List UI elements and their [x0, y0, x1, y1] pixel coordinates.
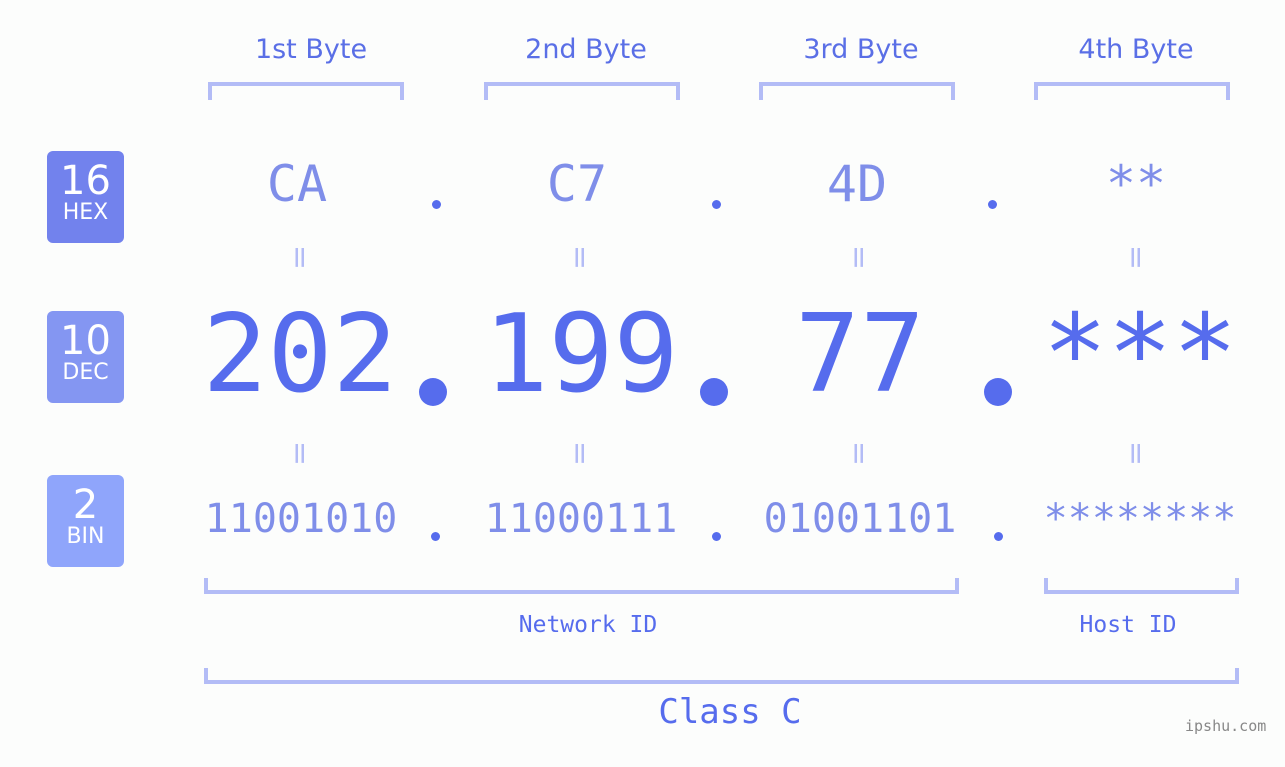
dec-badge-name: DEC	[62, 360, 109, 385]
bin-badge: 2 BIN	[47, 475, 124, 567]
hex-value-3: 4D	[826, 155, 888, 213]
dec-value-4: ***	[1042, 292, 1238, 417]
dec-value-1: 202	[202, 292, 398, 417]
dec-badge: 10 DEC	[47, 311, 124, 403]
bin-badge-name: BIN	[66, 524, 105, 549]
hex-badge-number: 16	[60, 158, 111, 204]
hex-separator-2	[712, 200, 721, 209]
equals-icon: =	[1118, 244, 1154, 271]
dec-separator-2	[700, 378, 728, 406]
dec-badge-number: 10	[60, 318, 111, 364]
bin-separator-2	[712, 532, 721, 541]
hex-separator-3	[988, 200, 997, 209]
network-id-label: Network ID	[518, 612, 658, 638]
byte-bracket-1	[208, 82, 404, 100]
host-id-bracket	[1044, 578, 1239, 594]
equals-icon: =	[841, 440, 877, 467]
host-id-label: Host ID	[1079, 612, 1177, 638]
class-bracket	[204, 668, 1239, 684]
hex-badge: 16 HEX	[47, 151, 124, 243]
network-id-bracket	[204, 578, 959, 594]
hex-value-4: **	[1105, 155, 1167, 213]
byte-label-3: 3rd Byte	[803, 34, 919, 65]
byte-label-2: 2nd Byte	[525, 34, 647, 65]
bin-separator-1	[431, 532, 440, 541]
bin-value-1: 11001010	[204, 496, 398, 542]
bin-separator-3	[994, 532, 1003, 541]
hex-value-2: C7	[546, 155, 608, 213]
dec-separator-1	[419, 378, 447, 406]
byte-label-1: 1st Byte	[254, 34, 368, 65]
bin-value-3: 01001101	[763, 496, 957, 542]
byte-label-4: 4th Byte	[1078, 34, 1194, 65]
equals-icon: =	[282, 244, 318, 271]
equals-icon: =	[562, 440, 598, 467]
byte-bracket-4	[1034, 82, 1230, 100]
bin-value-4: ********	[1043, 496, 1237, 542]
byte-bracket-2	[484, 82, 680, 100]
hex-separator-1	[432, 200, 441, 209]
watermark: ipshu.com	[1185, 717, 1267, 735]
equals-icon: =	[282, 440, 318, 467]
equals-icon: =	[1118, 440, 1154, 467]
dec-separator-3	[984, 378, 1012, 406]
byte-bracket-3	[759, 82, 955, 100]
bin-badge-number: 2	[72, 482, 99, 528]
hex-badge-name: HEX	[62, 200, 109, 225]
bin-value-2: 11000111	[484, 496, 678, 542]
dec-value-3: 77	[794, 292, 926, 417]
class-label: Class C	[658, 692, 802, 732]
dec-value-2: 199	[483, 292, 679, 417]
equals-icon: =	[841, 244, 877, 271]
hex-value-1: CA	[266, 155, 328, 213]
equals-icon: =	[562, 244, 598, 271]
